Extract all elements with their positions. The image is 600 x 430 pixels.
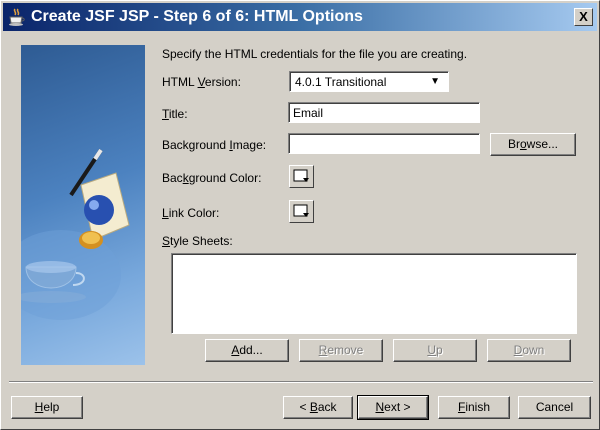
background-image-input[interactable] (288, 133, 480, 154)
java-cup-icon (7, 7, 27, 27)
footer-separator (9, 381, 593, 383)
browse-button[interactable]: Browse... (490, 133, 576, 156)
cancel-button[interactable]: Cancel (518, 396, 591, 419)
title-label: Title: (162, 107, 188, 121)
color-picker-icon (293, 204, 309, 217)
html-version-value: 4.0.1 Transitional (295, 75, 387, 89)
background-image-label: Background Image: (162, 138, 267, 152)
style-sheets-list[interactable] (171, 253, 577, 334)
html-version-label: HTML Version: (162, 75, 241, 89)
next-button[interactable]: Next > (357, 395, 429, 420)
remove-button[interactable]: Remove (299, 339, 383, 362)
style-sheets-label: Style Sheets: (162, 234, 233, 248)
color-picker-icon (293, 169, 309, 182)
help-button[interactable]: Help (11, 396, 83, 419)
intro-text: Specify the HTML credentials for the fil… (162, 47, 468, 61)
up-button[interactable]: Up (393, 339, 477, 362)
down-button[interactable]: Down (487, 339, 571, 362)
close-icon: X (579, 9, 588, 24)
title-input[interactable] (288, 102, 480, 123)
wizard-illustration (21, 45, 145, 365)
close-button[interactable]: X (574, 8, 593, 26)
background-color-label: Background Color: (162, 171, 262, 185)
finish-button[interactable]: Finish (438, 396, 510, 419)
link-color-label: Link Color: (162, 206, 220, 220)
back-button[interactable]: < Back (283, 396, 353, 419)
dialog-window: Create JSF JSP - Step 6 of 6: HTML Optio… (0, 0, 600, 430)
add-button[interactable]: Add... (205, 339, 289, 362)
background-color-button[interactable] (289, 165, 314, 188)
title-bar[interactable]: Create JSF JSP - Step 6 of 6: HTML Optio… (3, 3, 597, 31)
html-version-select[interactable]: 4.0.1 Transitional ▼ (289, 71, 449, 92)
link-color-button[interactable] (289, 200, 314, 223)
chevron-down-icon: ▼ (430, 76, 440, 87)
window-title: Create JSF JSP - Step 6 of 6: HTML Optio… (31, 8, 363, 25)
